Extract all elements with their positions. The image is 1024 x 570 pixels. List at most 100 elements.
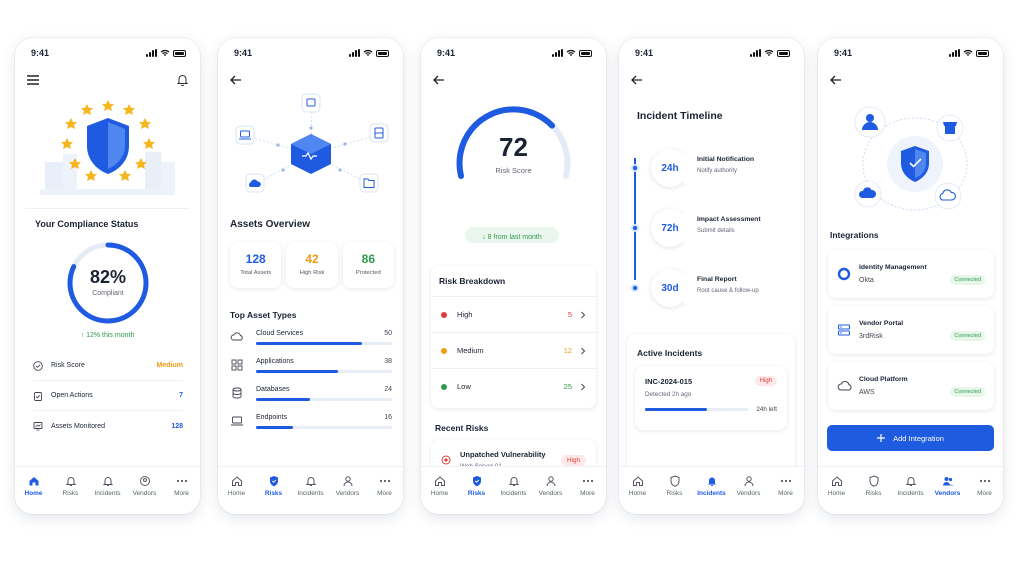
timeline-item-30d[interactable]: 30d Final Report Root cause & follow-up: [629, 258, 799, 318]
databases-bar: [256, 398, 311, 401]
tab-more[interactable]: More: [571, 475, 605, 497]
tab-incidents[interactable]: Incidents: [894, 475, 928, 497]
stat-total-assets[interactable]: 128 Total Assets: [230, 242, 282, 288]
compliance-percent-label: Compliant: [92, 290, 124, 297]
compliance-rows: Risk Score Medium Open Actions 7 Assets …: [33, 351, 183, 441]
tab-vendors[interactable]: Vendors: [534, 475, 568, 497]
tab-vendors[interactable]: Vendors: [331, 475, 365, 497]
tab-risks[interactable]: Risks: [658, 475, 692, 497]
signal-icon: [349, 49, 360, 57]
cloud-value: 50: [384, 330, 392, 337]
status-icons: [949, 49, 989, 57]
tab-vendors[interactable]: Vendors: [931, 475, 965, 497]
tab-vendors[interactable]: Vendors: [128, 475, 162, 497]
risk-score-label: Risk Score: [495, 166, 532, 175]
risk-breakdown-card: Risk Breakdown High 5 Medium 12 Low 25: [431, 266, 596, 408]
high-risk-label: High Risk: [299, 270, 325, 276]
menu-icon[interactable]: [27, 75, 39, 85]
home-icon: [632, 476, 643, 486]
breakdown-high[interactable]: High 5: [431, 296, 596, 332]
integration-vendor: Okta: [859, 277, 874, 284]
tab-incidents[interactable]: Incidents: [91, 475, 125, 497]
check-circle-icon: [33, 360, 43, 371]
status-icons: [552, 49, 592, 57]
tab-risks[interactable]: Risks: [54, 475, 88, 497]
tab-incidents[interactable]: Incidents: [294, 475, 328, 497]
integration-item-vendor-portal[interactable]: Vendor Portal 3rdRisk Connected: [828, 306, 994, 354]
stat-high-risk[interactable]: 42 High Risk: [286, 242, 338, 288]
integration-hub-illustration: [850, 102, 980, 214]
bell-icon: [508, 477, 519, 486]
incident-item[interactable]: INC-2024-015 High Detected 2h ago 24h le…: [635, 366, 787, 430]
plus-icon: [877, 434, 886, 442]
breakdown-medium[interactable]: Medium 12: [431, 332, 596, 368]
more-icon: [979, 479, 990, 483]
back-arrow-icon[interactable]: [230, 75, 242, 85]
integration-item-cloud-platform[interactable]: Cloud Platform AWS Connected: [828, 362, 994, 410]
status-icons: [146, 49, 186, 57]
server-icon: [837, 324, 851, 336]
timeline-dot: [631, 224, 639, 232]
add-integration-button[interactable]: Add Integration: [827, 425, 994, 451]
wifi-icon: [764, 49, 774, 56]
home-icon: [231, 476, 242, 486]
compliance-trend: ↑ 12% this month: [80, 332, 135, 339]
tab-home[interactable]: Home: [423, 475, 457, 497]
asset-type-cloud[interactable]: Cloud Services 50: [230, 330, 392, 358]
medium-value: 12: [563, 346, 572, 355]
asset-stats: 128 Total Assets 42 High Risk 86 Protect…: [230, 242, 394, 288]
risk-score-value: 72: [499, 132, 528, 162]
integration-name: Cloud Platform: [859, 376, 908, 383]
tab-more[interactable]: More: [769, 475, 803, 497]
tab-home[interactable]: Home: [820, 475, 854, 497]
integration-name: Vendor Portal: [859, 320, 904, 327]
low-label: Low: [457, 382, 471, 391]
top-asset-types-title: Top Asset Types: [230, 310, 297, 320]
asset-type-endpoints[interactable]: Endpoints 16: [230, 414, 392, 442]
status-icons: [349, 49, 389, 57]
integration-status: Connected: [950, 331, 985, 341]
clipboard-check-icon: [34, 391, 42, 401]
bell-icon: [905, 477, 916, 486]
tab-incidents[interactable]: Incidents: [497, 475, 531, 497]
back-arrow-icon[interactable]: [433, 75, 445, 85]
applications-value: 38: [384, 358, 392, 365]
tab-more[interactable]: More: [165, 475, 199, 497]
active-incidents-card: Active Incidents INC-2024-015 High Detec…: [627, 334, 795, 476]
databases-label: Databases: [256, 386, 290, 393]
compliance-card: Your Compliance Status 82% Compliant ↑ 1…: [25, 208, 190, 460]
tab-home[interactable]: Home: [17, 475, 51, 497]
tab-more[interactable]: More: [368, 475, 402, 497]
cloud-label: Cloud Services: [256, 330, 304, 337]
cloud-icon: [837, 381, 852, 391]
tab-home[interactable]: Home: [621, 475, 655, 497]
endpoints-bar: [256, 426, 293, 429]
tab-home[interactable]: Home: [220, 475, 254, 497]
integration-item-identity[interactable]: Identity Management Okta Connected: [828, 250, 994, 298]
back-arrow-icon[interactable]: [830, 75, 842, 85]
tab-risks[interactable]: Risks: [857, 475, 891, 497]
more-icon: [780, 479, 791, 483]
integration-status: Connected: [950, 387, 985, 397]
tab-risks[interactable]: Risks: [460, 475, 494, 497]
asset-type-databases[interactable]: Databases 24: [230, 386, 392, 414]
stat-protected[interactable]: 86 Protected: [342, 242, 394, 288]
tab-risks[interactable]: Risks: [257, 475, 291, 497]
asset-type-applications[interactable]: Applications 38: [230, 358, 392, 386]
back-arrow-icon[interactable]: [631, 75, 643, 85]
tab-incidents[interactable]: Incidents: [695, 475, 729, 497]
bell-icon[interactable]: [177, 74, 188, 86]
bell-alert-icon: [102, 477, 113, 486]
row-open-actions[interactable]: Open Actions 7: [33, 381, 183, 411]
row-risk-score[interactable]: Risk Score Medium: [33, 351, 183, 381]
tab-vendors[interactable]: Vendors: [732, 475, 766, 497]
timeline-item-24h[interactable]: 24h Initial Notification Notify authorit…: [629, 138, 799, 198]
total-assets-value: 128: [245, 252, 266, 266]
row-assets-monitored[interactable]: Assets Monitored 128: [33, 411, 183, 441]
tab-more[interactable]: More: [968, 475, 1002, 497]
chevron-right-icon: [581, 311, 586, 318]
shield-icon: [269, 476, 278, 487]
breakdown-low[interactable]: Low 25: [431, 368, 596, 404]
bell-icon: [707, 477, 716, 486]
timeline-item-72h[interactable]: 72h Impact Assessment Submit details: [629, 198, 799, 258]
